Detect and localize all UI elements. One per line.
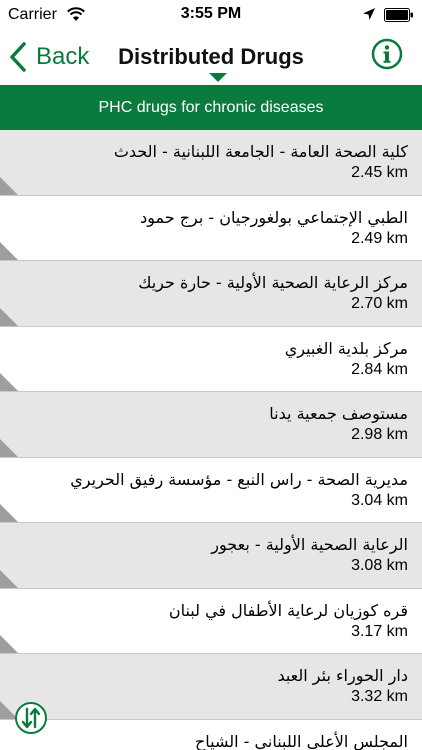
facility-name: كلية الصحة العامة - الجامعة اللبنانية - … [113,142,408,161]
facility-name: قره كوزيان لرعاية الأطفال في لبنان [168,600,408,620]
facility-distance: 3.04 km [351,491,408,509]
list-item[interactable]: قره كوزيان لرعاية الأطفال في لبنان 3.17 k… [0,589,422,654]
list-item[interactable]: دار الحوراء بئر العبد 3.32 km [0,654,422,720]
disclosure-corner [0,176,18,195]
list-item[interactable]: المجلس الأعلى اللبناني - الشياح [0,720,422,750]
list-item[interactable]: مستوصف جمعية يدنا 2.98 km [0,392,422,458]
facility-list[interactable]: كلية الصحة العامة - الجامعة اللبنانية - … [0,130,422,750]
facility-distance: 2.70 km [351,295,408,312]
list-item[interactable]: كلية الصحة العامة - الجامعة اللبنانية - … [0,130,422,196]
facility-name: مديرية الصحة - راس النبع - مؤسسة رفيق ال… [70,469,408,489]
facility-distance: 2.98 km [351,426,408,443]
battery-icon [384,8,413,22]
facility-distance: 2.45 km [351,164,408,181]
facility-name: الطبي الإجتماعي بولغورجيان - برج حمود [140,207,408,227]
list-item[interactable]: الرعاية الصحية الأولية - بعجور 3.08 km [0,523,422,589]
list-item[interactable]: مركز الرعاية الصحية الأولية - حارة حريك 2… [0,261,422,327]
facility-distance: 3.32 km [351,688,408,705]
facility-distance: 2.84 km [351,360,408,378]
facility-name: مركز الرعاية الصحية الأولية - حارة حريك [138,273,408,292]
disclosure-corner [0,373,18,391]
status-bar: Carrier 3:55 PM [0,0,422,30]
sort-button[interactable] [15,702,47,734]
location-arrow-icon [363,8,375,20]
disclosure-corner [0,569,18,588]
facility-name: المجلس الأعلى اللبناني - الشياح [194,731,408,750]
facility-name: الرعاية الصحية الأولية - بعجور [211,535,408,554]
section-header: PHC drugs for chronic diseases [0,85,422,130]
navigation-bar: Back Distributed Drugs [0,30,422,85]
title-dropdown-caret[interactable] [209,73,227,82]
list-item[interactable]: مديرية الصحة - راس النبع - مؤسسة رفيق ال… [0,458,422,523]
facility-name: مركز بلدية الغبيري [284,338,408,358]
list-item[interactable]: الطبي الإجتماعي بولغورجيان - برج حمود 2.4… [0,196,422,261]
sort-distance-icon [21,707,41,729]
facility-distance: 3.17 km [351,622,408,640]
list-item[interactable]: مركز بلدية الغبيري 2.84 km [0,327,422,392]
disclosure-corner [0,438,18,457]
page-title: Distributed Drugs [118,44,304,69]
status-time: 3:55 PM [180,5,242,22]
disclosure-corner [0,504,18,522]
disclosure-corner [0,307,18,326]
facility-distance: 3.08 km [351,557,408,574]
facility-name: دار الحوراء بئر العبد [277,666,408,685]
facility-name: مستوصف جمعية يدنا [269,404,408,423]
disclosure-corner [0,635,18,653]
info-circle-icon[interactable] [371,38,403,70]
disclosure-corner [0,242,18,260]
facility-distance: 2.49 km [351,229,408,247]
